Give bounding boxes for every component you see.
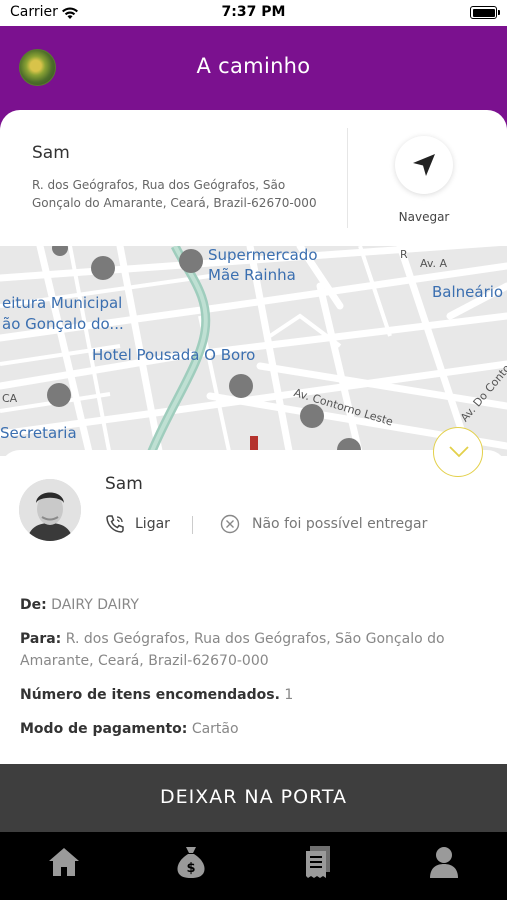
map-label-supermarket-2: Mãe Rainha xyxy=(208,266,296,284)
map-label-hotel: Hotel Pousada O Boro xyxy=(92,346,256,364)
map-label-supermarket: Supermercado xyxy=(208,246,318,264)
detail-items: Número de itens encomendados. 1 xyxy=(20,684,490,706)
driver-avatar xyxy=(19,479,81,541)
close-circle-icon xyxy=(220,514,240,534)
map-label-av-a: Av. A xyxy=(420,257,448,270)
page-title: A caminho xyxy=(196,54,311,78)
phone-icon xyxy=(106,515,124,533)
svg-text:$: $ xyxy=(186,861,195,876)
call-button[interactable]: Ligar xyxy=(105,514,170,534)
call-label: Ligar xyxy=(135,516,170,532)
bottom-tab-bar: $ xyxy=(0,832,507,900)
customer-name: Sam xyxy=(32,143,70,163)
navigation-arrow-icon xyxy=(413,154,435,176)
map-label-balneario: Balneário c xyxy=(432,283,507,301)
navigate-label: Navegar xyxy=(398,210,450,224)
from-value: DAIRY DAIRY xyxy=(51,597,139,613)
clock-time: 7:37 PM xyxy=(221,4,286,20)
map-label-r: R xyxy=(400,248,408,261)
cannot-deliver-button[interactable]: Não foi possível entregar xyxy=(220,514,427,534)
map-label-prefeitura: eitura Municipal xyxy=(2,294,123,312)
items-value: 1 xyxy=(284,687,294,703)
receipt-icon[interactable] xyxy=(298,842,338,882)
order-details: De: DAIRY DAIRY Para: R. dos Geógrafos, … xyxy=(0,570,507,764)
to-value: R. dos Geógrafos, Rua dos Geógrafos, São… xyxy=(20,631,445,669)
items-label: Número de itens encomendados. xyxy=(20,687,280,703)
navigate-button[interactable] xyxy=(395,136,453,194)
card-divider xyxy=(347,128,348,228)
detail-from: De: DAIRY DAIRY xyxy=(20,594,490,616)
status-bar: Carrier 7:37 PM xyxy=(0,0,507,26)
home-icon[interactable] xyxy=(44,842,84,882)
driver-name: Sam xyxy=(105,474,143,494)
battery-icon xyxy=(470,6,500,19)
map-view[interactable]: Supermercado Mãe Rainha Av. A R Balneári… xyxy=(0,246,507,456)
driver-card: Sam Ligar Não foi possível entregar xyxy=(0,450,507,570)
map-label-prefeitura-2: ão Gonçalo do... xyxy=(2,315,124,333)
to-label: Para: xyxy=(20,631,62,647)
collapse-map-button[interactable] xyxy=(433,427,483,477)
map-label-secretaria: Secretaria xyxy=(0,424,77,442)
action-divider xyxy=(192,516,193,534)
leave-at-door-button[interactable]: DEIXAR NA PORTA xyxy=(0,764,507,832)
leave-at-door-label: DEIXAR NA PORTA xyxy=(159,786,348,808)
user-icon[interactable] xyxy=(424,842,464,882)
from-label: De: xyxy=(20,597,47,613)
address-card: Sam R. dos Geógrafos, Rua dos Geógrafos,… xyxy=(0,110,507,246)
detail-payment: Modo de pagamento: Cartão xyxy=(20,718,490,740)
detail-to: Para: R. dos Geógrafos, Rua dos Geógrafo… xyxy=(20,628,490,672)
chevron-down-icon xyxy=(449,446,469,458)
customer-address: R. dos Geógrafos, Rua dos Geógrafos, São… xyxy=(32,178,317,210)
map-label-ca: CA xyxy=(2,392,18,405)
payment-label: Modo de pagamento: xyxy=(20,721,188,737)
money-bag-icon[interactable]: $ xyxy=(171,842,211,882)
cannot-deliver-label: Não foi possível entregar xyxy=(252,516,428,532)
payment-value: Cartão xyxy=(191,721,239,737)
